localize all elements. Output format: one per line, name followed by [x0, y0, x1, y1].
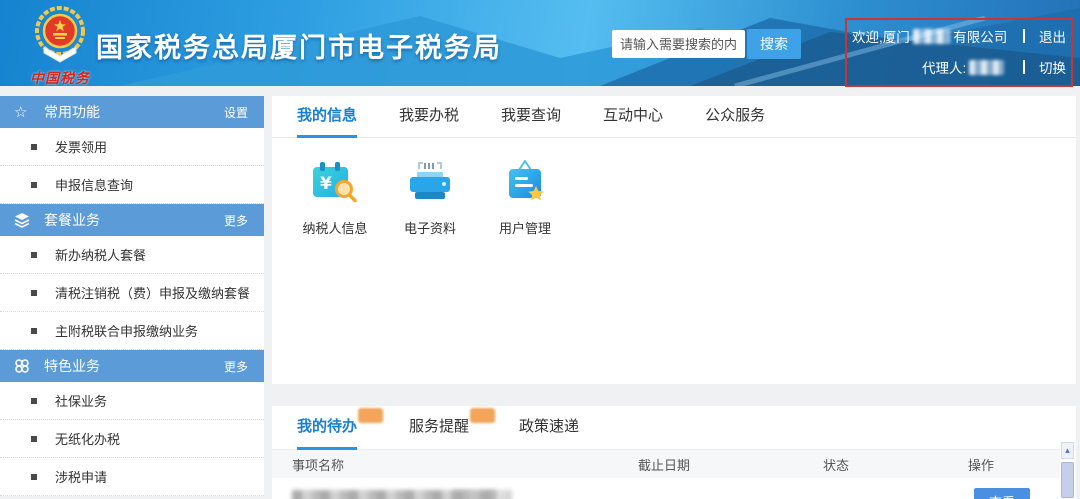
logo-caption: 中国税务	[30, 70, 90, 86]
layers-icon	[14, 212, 36, 228]
bullet-icon	[31, 181, 37, 188]
tab-query[interactable]: 我要查询	[501, 96, 561, 138]
shortcut-electronic-documents[interactable]: 电子资料	[391, 160, 469, 237]
sidebar-item-social-security[interactable]: 社保业务	[0, 382, 264, 420]
divider	[1023, 29, 1025, 43]
bullet-icon	[31, 327, 37, 334]
redacted-company-name	[912, 28, 951, 44]
tab-label: 服务提醒	[409, 418, 470, 435]
company-suffix: 有限公司	[953, 30, 1008, 45]
sidebar-item-label: 涉税申请	[55, 470, 108, 485]
vertical-scrollbar[interactable]: ▲	[1061, 442, 1074, 499]
agent-label: 代理人:	[922, 61, 967, 76]
tab-public-services[interactable]: 公众服务	[705, 96, 765, 138]
search-input[interactable]	[612, 30, 745, 58]
shortcut-grid: ¥ 纳税人信息 电子资料 用户管理	[272, 138, 1076, 237]
top-banner: 中国税务 国家税务总局厦门市电子税务局 搜索 欢迎,厦门 有限公司 退出 代理人…	[0, 0, 1080, 86]
tab-label: 政策速递	[519, 418, 580, 435]
sidebar-item-invoice-collection[interactable]: 发票领用	[0, 128, 264, 166]
shortcut-label: 用户管理	[498, 221, 551, 236]
todo-table-header: 事项名称 截止日期 状态 操作	[272, 450, 1060, 478]
sidebar-item-label: 发票领用	[55, 140, 108, 155]
welcome-line: 欢迎,厦门 有限公司 退出	[852, 26, 1066, 46]
tax-bureau-logo: 中国税务	[18, 3, 102, 86]
sidebar-item-label: 清税注销税（费）申报及缴纳套餐	[55, 286, 251, 301]
user-management-icon	[509, 159, 544, 201]
col-item-name: 事项名称	[292, 457, 345, 473]
sidebar-item-joint-declaration[interactable]: 主附税联合申报缴纳业务	[0, 312, 264, 350]
shortcut-label: 电子资料	[403, 221, 456, 236]
sidebar-item-label: 新办纳税人套餐	[55, 248, 147, 263]
tab-label: 我的待办	[297, 418, 358, 435]
shortcut-taxpayer-info[interactable]: ¥ 纳税人信息	[296, 160, 374, 237]
scrollbar-thumb[interactable]	[1061, 462, 1074, 498]
todo-panel: 我的待办 服务提醒 政策速递 事项名称 截止日期 状态 操作 查看 ▲	[272, 406, 1076, 499]
tax-emblem-icon	[35, 6, 85, 63]
divider	[1022, 60, 1025, 74]
user-info: 欢迎,厦门 有限公司 退出 代理人: 切换	[852, 26, 1066, 86]
sidebar-item-new-taxpayer-package[interactable]: 新办纳税人套餐	[0, 236, 264, 274]
bullet-icon	[31, 397, 37, 404]
scrollbar-up-arrow-icon[interactable]: ▲	[1061, 442, 1074, 459]
todo-count-badge	[358, 408, 384, 423]
taxpayer-info-icon: ¥	[313, 162, 357, 203]
reminder-count-badge	[470, 408, 496, 423]
bullet-icon	[31, 251, 37, 258]
svg-text:¥: ¥	[320, 174, 332, 194]
tab-my-todo[interactable]: 我的待办	[297, 406, 384, 450]
sidebar-item-paperless-tax[interactable]: 无纸化办税	[0, 420, 264, 458]
shortcut-user-management[interactable]: 用户管理	[486, 159, 564, 237]
redacted-item-name-tail	[452, 490, 512, 499]
welcome-prefix: 欢迎,厦门	[852, 30, 910, 45]
main-panel: 我的信息 我要办税 我要查询 互动中心 公众服务 ¥ 纳税人信息 电子资料 用户…	[272, 96, 1076, 384]
sidebar-item-declaration-info-query[interactable]: 申报信息查询	[0, 166, 264, 204]
bullet-icon	[31, 289, 37, 296]
section-title: 特色业务	[44, 358, 100, 374]
shortcut-label: 纳税人信息	[302, 221, 368, 236]
bullet-icon	[31, 143, 37, 150]
tab-policy-express[interactable]: 政策速递	[519, 406, 579, 450]
electronic-documents-icon	[410, 162, 450, 199]
tab-my-info[interactable]: 我的信息	[297, 96, 358, 138]
sidebar-item-label: 申报信息查询	[55, 178, 134, 193]
logout-link[interactable]: 退出	[1039, 26, 1066, 46]
bullet-icon	[31, 473, 37, 480]
sidebar-item-label: 无纸化办税	[55, 432, 121, 447]
more-link[interactable]: 更多	[224, 358, 248, 375]
sidebar-item-label: 社保业务	[55, 394, 108, 409]
star-icon: ☆	[14, 104, 28, 121]
sidebar: ☆ 常用功能 设置 发票领用 申报信息查询 套餐业务 更多 新办纳税人套餐 清税…	[0, 96, 264, 496]
col-operation: 操作	[968, 457, 995, 473]
redacted-agent-name	[969, 59, 1004, 75]
view-button[interactable]: 查看	[974, 488, 1030, 499]
sidebar-section-common-functions: ☆ 常用功能 设置	[0, 96, 264, 128]
sidebar-item-tax-clearance-package[interactable]: 清税注销税（费）申报及缴纳套餐	[0, 274, 264, 312]
bullet-icon	[31, 435, 37, 442]
site-title: 国家税务总局厦门市电子税务局	[96, 33, 502, 63]
settings-link[interactable]: 设置	[224, 104, 248, 121]
search-button[interactable]: 搜索	[747, 29, 801, 59]
todo-table-row: 查看	[272, 478, 1060, 499]
sidebar-item-label: 主附税联合申报缴纳业务	[55, 324, 199, 339]
apps-icon	[14, 358, 36, 374]
more-link[interactable]: 更多	[224, 212, 248, 229]
sidebar-section-package-services: 套餐业务 更多	[0, 204, 264, 236]
tab-interaction-center[interactable]: 互动中心	[603, 96, 663, 138]
switch-user-link[interactable]: 切换	[1039, 57, 1066, 77]
agent-line: 代理人: 切换	[852, 57, 1066, 77]
todo-tabbar: 我的待办 服务提醒 政策速递	[272, 406, 1076, 450]
section-title: 常用功能	[44, 104, 100, 120]
tab-service-reminder[interactable]: 服务提醒	[409, 406, 496, 450]
sidebar-item-tax-related-application[interactable]: 涉税申请	[0, 458, 264, 496]
tab-tax-handling[interactable]: 我要办税	[399, 96, 459, 138]
section-title: 套餐业务	[44, 212, 100, 228]
col-status: 状态	[823, 457, 850, 473]
sidebar-section-special-services: 特色业务 更多	[0, 350, 264, 382]
col-deadline: 截止日期	[638, 457, 691, 473]
main-tabbar: 我的信息 我要办税 我要查询 互动中心 公众服务	[272, 96, 1076, 138]
